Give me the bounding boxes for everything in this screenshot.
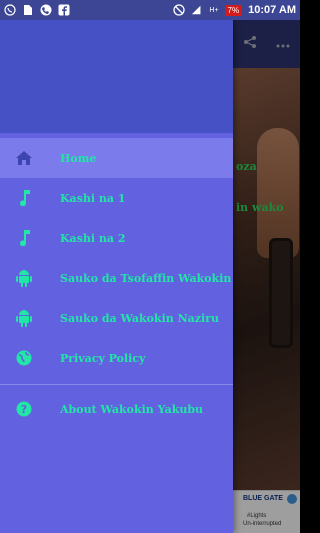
sim-card-icon <box>22 4 34 16</box>
nav-label-privacy-policy: Privacy Policy <box>60 351 146 365</box>
home-icon <box>14 148 34 168</box>
nav-label-about: About Wakokin Yakubu <box>60 402 204 416</box>
drawer-footer-menu: ? About Wakokin Yakubu <box>0 389 233 429</box>
drawer-menu: Home Kashi na 1 Kashi na 2 Sauko da Tsof… <box>0 138 233 378</box>
help-icon: ? <box>14 399 34 419</box>
network-type-label: H+ <box>209 6 219 14</box>
nav-item-tsofaffin[interactable]: Sauko da Tsofaffin Wakokin <box>0 258 233 298</box>
nav-label-home: Home <box>60 151 97 165</box>
nav-item-kashi-2[interactable]: Kashi na 2 <box>0 218 233 258</box>
status-bar: H+ 7% 10:07 AM <box>0 0 300 20</box>
signal-icon <box>191 4 203 16</box>
svg-text:?: ? <box>21 403 27 416</box>
android-icon <box>14 308 34 328</box>
nav-item-privacy-policy[interactable]: Privacy Policy <box>0 338 233 378</box>
music-note-icon <box>14 188 34 208</box>
drawer-header <box>0 20 233 133</box>
nav-item-kashi-1[interactable]: Kashi na 1 <box>0 178 233 218</box>
globe-icon <box>14 348 34 368</box>
do-not-disturb-icon <box>173 4 186 16</box>
drawer-divider <box>0 384 233 385</box>
clock: 10:07 AM <box>248 4 296 16</box>
facebook-icon <box>58 4 70 16</box>
phone-icon <box>40 4 52 16</box>
nav-label-tsofaffin: Sauko da Tsofaffin Wakokin <box>60 271 232 285</box>
nav-label-kashi-1: Kashi na 1 <box>60 191 126 205</box>
nav-label-kashi-2: Kashi na 2 <box>60 231 126 245</box>
music-note-icon <box>14 228 34 248</box>
drawer-scrim[interactable] <box>233 20 300 533</box>
android-icon <box>14 268 34 288</box>
battery-indicator: 7% <box>224 4 243 16</box>
nav-item-naziru[interactable]: Sauko da Wakokin Naziru <box>0 298 233 338</box>
nav-item-home[interactable]: Home <box>0 138 233 178</box>
navigation-drawer: Home Kashi na 1 Kashi na 2 Sauko da Tsof… <box>0 20 233 533</box>
nav-label-naziru: Sauko da Wakokin Naziru <box>60 311 220 325</box>
whatsapp-icon <box>4 4 16 16</box>
nav-item-about[interactable]: ? About Wakokin Yakubu <box>0 389 233 429</box>
